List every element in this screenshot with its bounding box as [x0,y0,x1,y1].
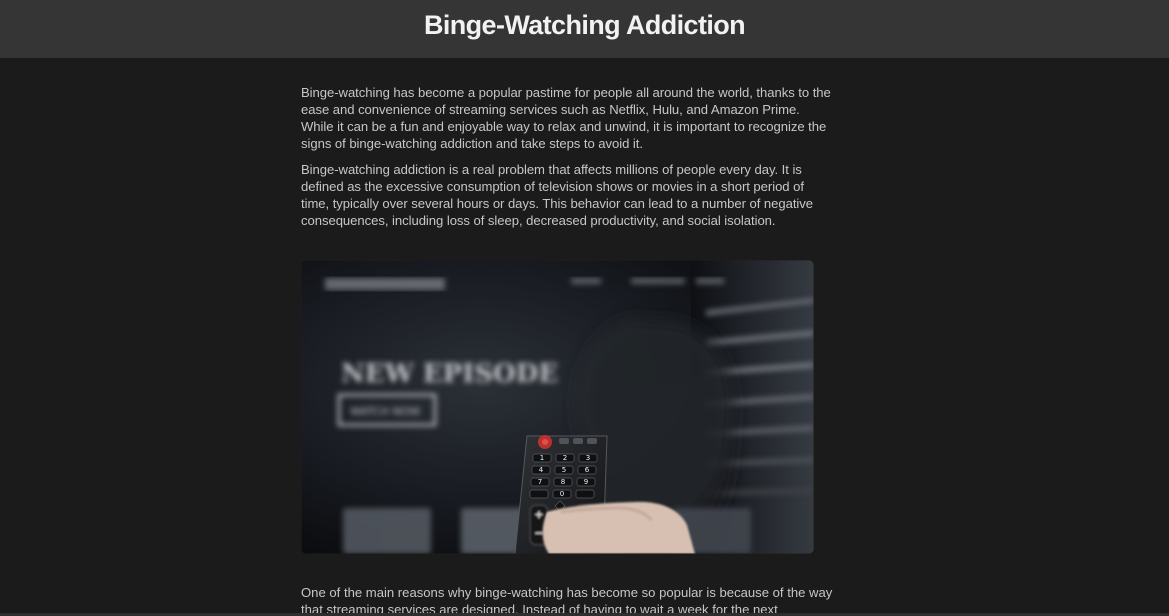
svg-text:6: 6 [585,466,590,474]
image-headline-text: NEW EPISODE [341,359,558,389]
svg-text:1: 1 [540,454,544,462]
article-paragraph-3: One of the main reasons why binge-watchi… [301,585,833,616]
svg-text:−: − [534,526,544,540]
svg-text:9: 9 [584,478,588,486]
tv-remote-photo: NEW EPISODE WATCH NOW 1 2 3 4 5 6 7 8 9 … [301,260,814,554]
svg-text:2: 2 [563,454,567,462]
top-header-bar: Binge-Watching Addiction [0,0,1169,58]
article-content: Binge-watching has become a popular past… [301,84,835,238]
hand [542,501,695,554]
svg-text:4: 4 [539,466,544,474]
svg-text:0: 0 [560,490,564,498]
svg-text:8: 8 [561,478,565,486]
svg-text:+: + [534,508,543,521]
svg-text:7: 7 [538,478,542,486]
page-title: Binge-Watching Addiction [423,9,746,40]
svg-text:3: 3 [586,454,590,462]
image-cta-text: WATCH NOW [350,405,420,418]
article-paragraph-1: Binge-watching has become a popular past… [301,85,831,151]
svg-text:5: 5 [562,466,566,474]
article-paragraph-2: Binge-watching addiction is a real probl… [301,162,814,228]
article-hero-image: NEW EPISODE WATCH NOW 1 2 3 4 5 6 7 8 9 … [301,260,814,554]
